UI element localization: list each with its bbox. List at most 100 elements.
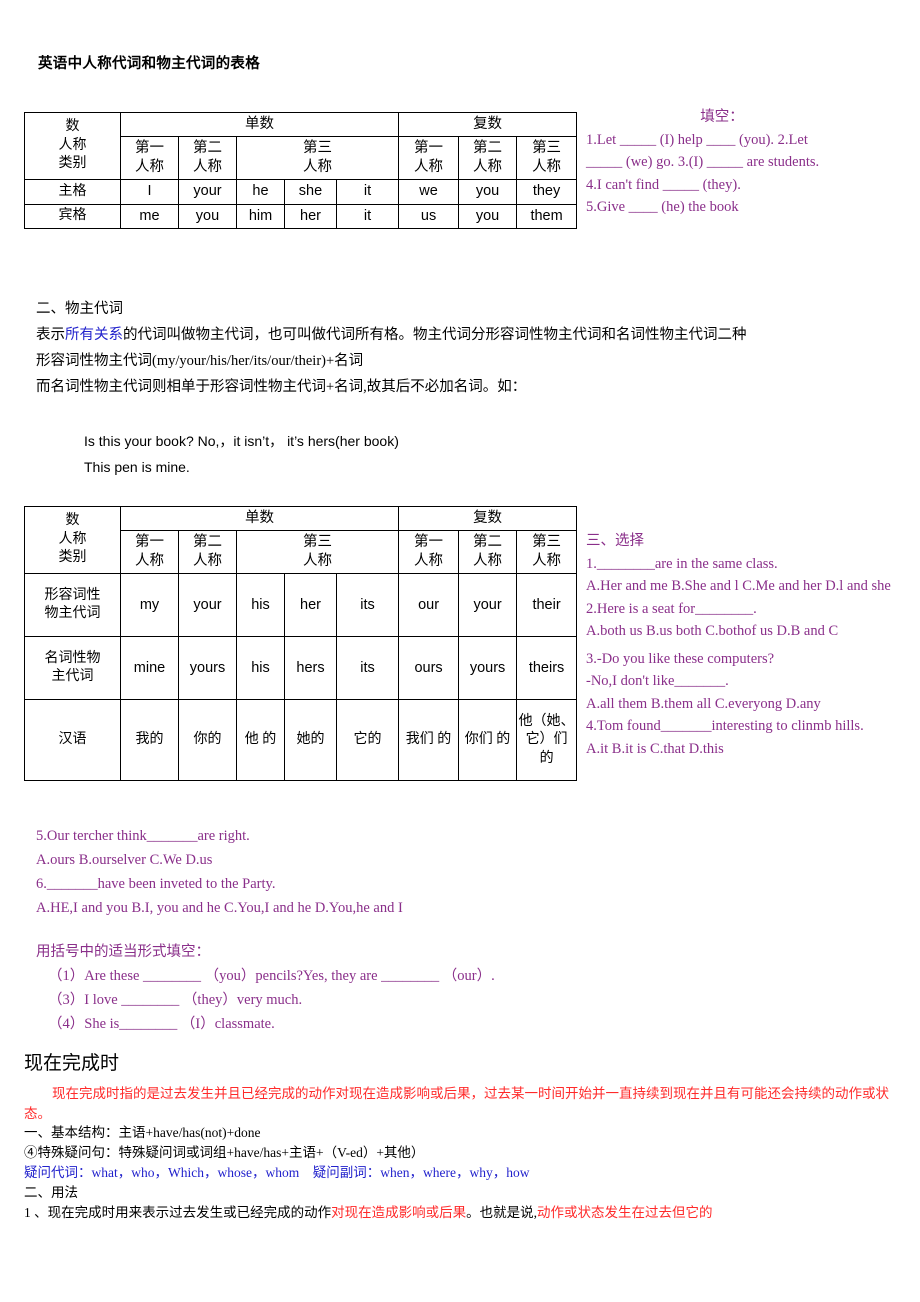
multiple-choice-section: 三、选择 1.________are in the same class. A.… (586, 530, 918, 760)
row-label-subjective: 主格 (24, 179, 121, 205)
present-perfect-body: 现在完成时指的是过去发生并且已经完成的动作对现在造成影响或后果，过去某一时间开始… (24, 1084, 908, 1223)
table-row: 数 人称 类别 单数 复数 (24, 111, 578, 181)
cell: its (335, 636, 400, 701)
cell: 你们 的 (458, 699, 518, 782)
document-page: 英语中人称代词和物主代词的表格 数 人称 类别 单数 复数 第一 人称 第二 人称 … (0, 0, 920, 1302)
cell: 他（她、它）们 的 (516, 699, 578, 782)
cell: you (178, 203, 237, 229)
table-row: 形容词性 物主代词 my your his her its our your th… (24, 573, 578, 638)
corner-line-1: 数 (65, 119, 80, 135)
header-singular: 单数 (119, 505, 400, 532)
present-perfect-special-question: ④特殊疑问句：特殊疑问词或词组+have/has+主语+（V-ed）+其他） (24, 1145, 425, 1160)
mc-question-4: 4.Tom found_______interesting to clinmb … (586, 718, 864, 734)
bracket-exercise-item: （3）I love ________ （they）very much. (48, 992, 303, 1008)
header-plural-third-person: 第三 人称 (516, 136, 578, 181)
corner-line-3: 类别 (58, 156, 87, 172)
fill-in-line: _____ (we) go. 3.(I) _____ are students. (586, 154, 820, 170)
cell: mine (120, 636, 179, 701)
header-singular-first-person: 第一 人称 (120, 530, 179, 575)
interrogative-adverbs-label: 疑问副词： (312, 1165, 381, 1180)
cell: your (178, 573, 237, 638)
table-row: 宾格 me you him her it us you them (24, 203, 578, 229)
cell: 她的 (284, 699, 337, 782)
example-sentence-2: This pen is mine. (84, 459, 190, 475)
mc-question-1: 1.________are in the same class. (586, 555, 778, 572)
possessive-pronouns-table: 数 人称 类别 单数 复数 第一 人称 第二 人称 第三 人称 第一 人称 第二 人称 第… (24, 505, 578, 782)
present-perfect-usage-1: 1 、现在完成时用来表示过去发生或已经完成的动作对现在造成影响或后果。也就是说,… (24, 1203, 908, 1223)
fill-in-line: 5.Give ____ (he) the book (586, 199, 739, 215)
cell: his (236, 573, 285, 638)
header-singular: 单数 (119, 111, 400, 138)
page-title: 英语中人称代词和物主代词的表格 (38, 56, 260, 72)
interrogative-pronouns-label: 疑问代词： (24, 1165, 92, 1180)
header-singular-third-person: 第三 人称 (235, 136, 400, 181)
header-singular-first-person: 第一 人称 (120, 136, 179, 181)
cell: you (458, 203, 518, 229)
mc-options-3: A.all them B.them all C.everyong D.any (586, 695, 821, 712)
header-plural-third-person: 第三 人称 (516, 530, 578, 575)
corner-line-1: 数 (65, 513, 80, 529)
bracket-exercise-section: 用括号中的适当形式填空： （1）Are these ________ （you）… (36, 940, 495, 1036)
mc-options-2: A.both us B.us both C.bothof us D.B and … (586, 623, 839, 639)
header-singular-third-person: 第三 人称 (235, 530, 400, 575)
cell: our (398, 573, 460, 638)
table-row: 名词性物 主代词 mine yours his hers its ours you… (24, 636, 578, 701)
mc-question-5: 5.Our tercher think_______are right. (36, 828, 250, 844)
row-label-chinese: 汉语 (24, 699, 121, 782)
interrogative-pronouns-list: what，who，Which，whose，whom (91, 1165, 300, 1180)
mc-options-1: A.Her and me B.She and l C.Me and her D.… (586, 578, 891, 594)
usage-1-highlight-2: 动作或状态发生在过去但它的 (537, 1205, 713, 1220)
cell: its (335, 573, 400, 638)
line-1-part-a: 表示 (36, 327, 65, 343)
interrogative-adverbs-list: when，where，why，how (380, 1165, 530, 1180)
cell: it (335, 179, 400, 205)
usage-1-highlight-1: 对现在造成影响或后果 (331, 1205, 467, 1220)
table-row: 数 人称 类别 单数 复数 (24, 505, 578, 575)
mc-options-4: A.it B.it is C.that D.this (586, 740, 724, 757)
example-sentence-1: Is this your book? No,，it isn’t， it’s he… (84, 433, 399, 449)
cell: my (120, 573, 179, 638)
cell: 我的 (120, 699, 179, 782)
table-corner-header: 数 人称 类别 (24, 111, 121, 181)
multiple-choice-heading: 三、选择 (586, 533, 644, 549)
cell: 他 的 (236, 699, 285, 782)
section-2-line-2: 形容词性物主代词(my/your/his/her/its/our/their)+… (36, 353, 364, 369)
section-2-line-3: 而名词性物主代词则相单于形容词性物主代词+名词,故其后不必加名词。如： (36, 379, 527, 395)
cell: 你的 (178, 699, 237, 782)
cell: 它的 (335, 699, 400, 782)
cell: him (236, 203, 285, 229)
cell: her (284, 573, 337, 638)
table-row: 主格 I your he she it we you they (24, 179, 578, 205)
section-2-block: 二、物主代词 表示所有关系的代词叫做物主代词，也可叫做代词所有格。物主代词分形容… (36, 296, 747, 400)
cell: ours (398, 636, 460, 701)
cell: hers (284, 636, 337, 701)
table-corner-header: 数 人称 类别 (24, 505, 121, 575)
corner-line-3: 类别 (58, 550, 87, 566)
fill-in-the-blank-section: 填空： 1.Let _____ (I) help ____ (you). 2.L… (586, 106, 916, 219)
row-label-objective: 宾格 (24, 203, 121, 229)
header-plural-first-person: 第一 人称 (398, 530, 460, 575)
line-1-part-b: 的代词叫做物主代词，也可叫做代词所有格。物主代词分形容词性物主代词和名词性物主代… (123, 327, 747, 343)
present-perfect-structure: 一、基本结构：主语+have/has(not)+done (24, 1125, 261, 1140)
header-plural: 复数 (398, 111, 578, 138)
mc-question-6: 6._______have been inveted to the Party. (36, 876, 276, 892)
cell: his (236, 636, 285, 701)
cell: we (398, 179, 460, 205)
mc-options-6: A.HE,I and you B.I, you and he C.You,I a… (36, 900, 403, 916)
interrogative-words-line: 疑问代词：what，who，Which，whose，whom 疑问副词：when… (24, 1163, 908, 1183)
cell: it (335, 203, 400, 229)
section-2-line-1: 表示所有关系的代词叫做物主代词，也可叫做代词所有格。物主代词分形容词性物主代词和… (36, 322, 747, 348)
cell: I (120, 179, 179, 205)
table-row: 汉语 我的 你的 他 的 她的 它的 我们 的 你们 的 他（她、它）们 的 (24, 699, 578, 782)
cell: your (178, 179, 237, 205)
header-plural-second-person: 第二 人称 (458, 530, 518, 575)
more-choice-section: 5.Our tercher think_______are right. A.o… (36, 824, 403, 920)
cell: me (120, 203, 179, 229)
mc-question-2: 2.Here is a seat for________. (586, 600, 757, 617)
header-plural-first-person: 第一 人称 (398, 136, 460, 181)
cell: them (516, 203, 578, 229)
fill-in-line: 1.Let _____ (I) help ____ (you). 2.Let (586, 131, 808, 148)
cell: their (516, 573, 578, 638)
cell: they (516, 179, 578, 205)
usage-1-part-b: 。也就是说, (466, 1205, 537, 1220)
